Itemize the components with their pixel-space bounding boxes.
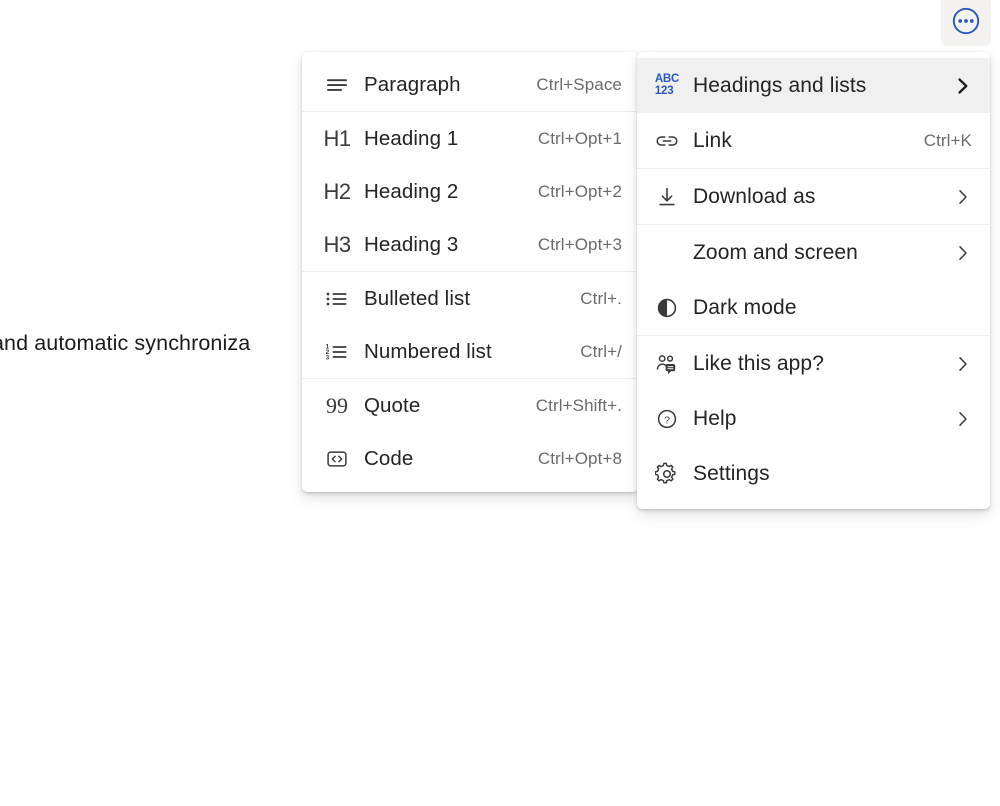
chevron-right-icon — [952, 75, 974, 97]
download-icon — [649, 185, 685, 209]
headings-and-lists-submenu: Paragraph Ctrl+Space H1 Heading 1 Ctrl+O… — [302, 52, 638, 492]
chevron-right-icon — [952, 186, 974, 208]
menu-item-label: Code — [364, 446, 414, 470]
menu-item-shortcut: Ctrl+Opt+8 — [537, 448, 622, 468]
chevron-right-icon — [952, 353, 974, 375]
chevron-right-icon — [952, 242, 974, 264]
menu-item-quote[interactable]: 99 Quote Ctrl+Shift+. — [302, 379, 638, 432]
menu-item-shortcut: Ctrl+Opt+1 — [537, 128, 622, 148]
123-glyph: 123 — [654, 84, 674, 97]
bulleted-list-icon — [320, 289, 354, 309]
menu-item-label: Bulleted list — [364, 286, 471, 310]
menu-item-shortcut: Ctrl+Opt+3 — [537, 234, 622, 254]
menu-item-bulleted-list[interactable]: Bulleted list Ctrl+. — [302, 272, 638, 325]
menu-item-like-this-app[interactable]: Like this app? — [637, 336, 990, 391]
more-options-menu: ABC 123 Headings and lists Link Ctrl+K D… — [637, 52, 990, 509]
svg-text:?: ? — [664, 414, 670, 426]
svg-text:3: 3 — [326, 354, 330, 361]
menu-item-settings[interactable]: Settings — [637, 446, 990, 501]
h1-glyph: H1 — [323, 125, 351, 151]
abc-123-icon: ABC 123 — [649, 72, 685, 97]
help-circle-icon: ? — [649, 407, 685, 431]
menu-item-link[interactable]: Link Ctrl+K — [637, 113, 990, 168]
menu-item-dark-mode[interactable]: Dark mode — [637, 280, 990, 335]
feedback-people-icon — [649, 352, 685, 376]
h3-glyph: H3 — [323, 231, 351, 257]
menu-item-label: Numbered list — [364, 339, 492, 363]
h2-icon: H2 — [320, 179, 354, 205]
menu-item-shortcut: Ctrl+. — [580, 288, 622, 308]
menu-item-code[interactable]: Code Ctrl+Opt+8 — [302, 432, 638, 485]
menu-item-help[interactable]: ? Help — [637, 391, 990, 446]
menu-item-label: Heading 3 — [364, 232, 459, 256]
menu-item-heading-1[interactable]: H1 Heading 1 Ctrl+Opt+1 — [302, 112, 638, 165]
menu-item-label: Help — [693, 406, 737, 430]
menu-item-numbered-list[interactable]: 1 2 3 Numbered list Ctrl+/ — [302, 325, 638, 378]
quote-glyph: 99 — [326, 392, 348, 418]
gear-icon — [649, 462, 685, 486]
menu-item-label: Download as — [693, 184, 816, 208]
menu-item-heading-2[interactable]: H2 Heading 2 Ctrl+Opt+2 — [302, 165, 638, 218]
menu-item-headings-and-lists[interactable]: ABC 123 Headings and lists — [637, 58, 990, 113]
paragraph-icon — [320, 75, 354, 95]
menu-item-label: Dark mode — [693, 295, 797, 319]
menu-item-shortcut: Ctrl+Shift+. — [535, 395, 622, 415]
menu-group-formatting: ABC 123 Headings and lists Link Ctrl+K — [637, 58, 990, 168]
ellipsis-circle-icon — [951, 6, 981, 36]
menu-item-heading-3[interactable]: H3 Heading 3 Ctrl+Opt+3 — [302, 218, 638, 271]
numbered-list-icon: 1 2 3 — [320, 342, 354, 362]
menu-item-label: Quote — [364, 393, 421, 417]
menu-item-label: Settings — [693, 461, 770, 485]
menu-group-download: Download as — [637, 168, 990, 224]
menu-item-label: Paragraph — [364, 72, 461, 96]
menu-group-paragraph: Paragraph Ctrl+Space — [302, 58, 638, 111]
dark-mode-icon — [649, 296, 685, 320]
menu-group-blocks: 99 Quote Ctrl+Shift+. Code Ctrl+Opt+8 — [302, 378, 638, 485]
menu-group-headings: H1 Heading 1 Ctrl+Opt+1 H2 Heading 2 Ctr… — [302, 111, 638, 271]
menu-item-shortcut: Ctrl+Space — [536, 74, 622, 94]
code-icon — [320, 448, 354, 470]
abc-glyph: ABC — [654, 72, 680, 85]
menu-item-label: Zoom and screen — [693, 240, 858, 264]
menu-group-lists: Bulleted list Ctrl+. 1 2 3 Numbered list… — [302, 271, 638, 378]
h1-icon: H1 — [320, 126, 354, 152]
menu-item-label: Link — [693, 128, 732, 152]
menu-item-label: Heading 2 — [364, 179, 459, 203]
menu-item-download-as[interactable]: Download as — [637, 169, 990, 224]
menu-item-shortcut: Ctrl+/ — [580, 341, 622, 361]
menu-item-label: Like this app? — [693, 351, 824, 375]
menu-item-shortcut: Ctrl+K — [923, 130, 972, 150]
menu-item-label: Headings and lists — [693, 73, 867, 97]
menu-item-label: Heading 1 — [364, 126, 459, 150]
menu-group-support: Like this app? ? Help Settings — [637, 335, 990, 501]
menu-group-appearance: Zoom and screen Dark mode — [637, 224, 990, 335]
quote-icon: 99 — [320, 393, 354, 419]
link-icon — [649, 130, 685, 152]
h2-glyph: H2 — [323, 178, 351, 204]
menu-item-shortcut: Ctrl+Opt+2 — [537, 181, 622, 201]
chevron-right-icon — [952, 408, 974, 430]
menu-item-paragraph[interactable]: Paragraph Ctrl+Space — [302, 58, 638, 111]
menu-item-zoom-and-screen[interactable]: Zoom and screen — [637, 225, 990, 280]
more-options-button[interactable] — [941, 0, 991, 46]
document-body-text: and automatic synchroniza — [0, 331, 251, 355]
h3-icon: H3 — [320, 232, 354, 258]
